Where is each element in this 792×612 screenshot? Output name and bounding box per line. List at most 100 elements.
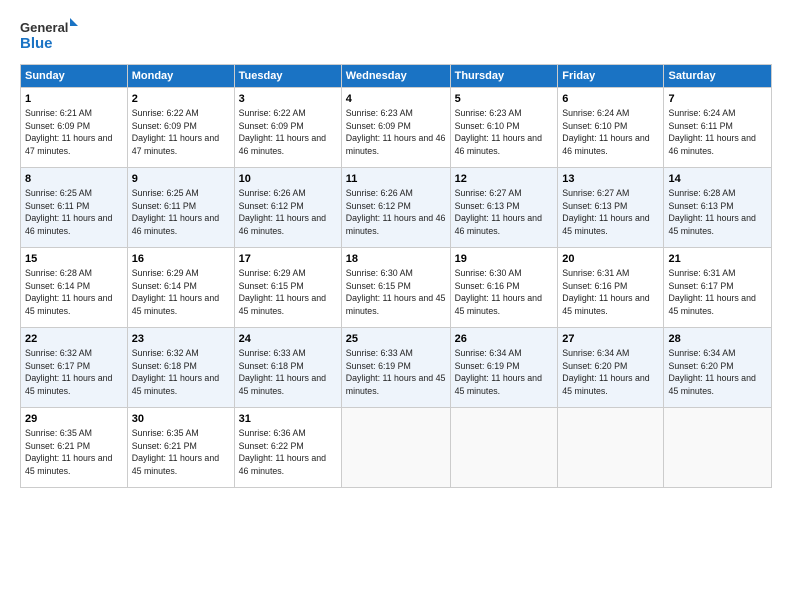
calendar-cell: 29 Sunrise: 6:35 AMSunset: 6:21 PMDaylig… <box>21 408 128 488</box>
day-content: Sunrise: 6:27 AMSunset: 6:13 PMDaylight:… <box>562 188 649 236</box>
day-number: 3 <box>239 92 337 107</box>
calendar-cell: 15 Sunrise: 6:28 AMSunset: 6:14 PMDaylig… <box>21 248 128 328</box>
calendar-cell: 10 Sunrise: 6:26 AMSunset: 6:12 PMDaylig… <box>234 168 341 248</box>
day-number: 23 <box>132 332 230 347</box>
day-content: Sunrise: 6:33 AMSunset: 6:18 PMDaylight:… <box>239 348 326 396</box>
day-content: Sunrise: 6:30 AMSunset: 6:15 PMDaylight:… <box>346 268 446 316</box>
day-content: Sunrise: 6:22 AMSunset: 6:09 PMDaylight:… <box>239 108 326 156</box>
calendar-cell <box>664 408 772 488</box>
calendar-cell: 22 Sunrise: 6:32 AMSunset: 6:17 PMDaylig… <box>21 328 128 408</box>
day-content: Sunrise: 6:29 AMSunset: 6:14 PMDaylight:… <box>132 268 219 316</box>
day-content: Sunrise: 6:28 AMSunset: 6:13 PMDaylight:… <box>668 188 755 236</box>
calendar-cell: 16 Sunrise: 6:29 AMSunset: 6:14 PMDaylig… <box>127 248 234 328</box>
day-content: Sunrise: 6:23 AMSunset: 6:09 PMDaylight:… <box>346 108 446 156</box>
day-content: Sunrise: 6:26 AMSunset: 6:12 PMDaylight:… <box>346 188 446 236</box>
day-number: 12 <box>455 172 554 187</box>
logo: General Blue <box>20 16 80 54</box>
dow-saturday: Saturday <box>664 65 772 88</box>
day-content: Sunrise: 6:32 AMSunset: 6:17 PMDaylight:… <box>25 348 112 396</box>
calendar-cell: 18 Sunrise: 6:30 AMSunset: 6:15 PMDaylig… <box>341 248 450 328</box>
day-content: Sunrise: 6:26 AMSunset: 6:12 PMDaylight:… <box>239 188 326 236</box>
calendar-cell: 25 Sunrise: 6:33 AMSunset: 6:19 PMDaylig… <box>341 328 450 408</box>
day-content: Sunrise: 6:34 AMSunset: 6:20 PMDaylight:… <box>562 348 649 396</box>
day-number: 25 <box>346 332 446 347</box>
calendar-cell: 6 Sunrise: 6:24 AMSunset: 6:10 PMDayligh… <box>558 88 664 168</box>
day-content: Sunrise: 6:36 AMSunset: 6:22 PMDaylight:… <box>239 428 326 476</box>
calendar-week-3: 15 Sunrise: 6:28 AMSunset: 6:14 PMDaylig… <box>21 248 772 328</box>
svg-text:Blue: Blue <box>20 35 53 52</box>
page: General Blue SundayMondayTuesdayWednesda… <box>0 0 792 612</box>
calendar-cell: 17 Sunrise: 6:29 AMSunset: 6:15 PMDaylig… <box>234 248 341 328</box>
day-number: 20 <box>562 252 659 267</box>
day-content: Sunrise: 6:21 AMSunset: 6:09 PMDaylight:… <box>25 108 112 156</box>
day-number: 5 <box>455 92 554 107</box>
day-content: Sunrise: 6:32 AMSunset: 6:18 PMDaylight:… <box>132 348 219 396</box>
day-content: Sunrise: 6:29 AMSunset: 6:15 PMDaylight:… <box>239 268 326 316</box>
dow-monday: Monday <box>127 65 234 88</box>
day-content: Sunrise: 6:31 AMSunset: 6:17 PMDaylight:… <box>668 268 755 316</box>
day-content: Sunrise: 6:24 AMSunset: 6:11 PMDaylight:… <box>668 108 755 156</box>
calendar-cell: 1 Sunrise: 6:21 AMSunset: 6:09 PMDayligh… <box>21 88 128 168</box>
calendar-cell: 26 Sunrise: 6:34 AMSunset: 6:19 PMDaylig… <box>450 328 558 408</box>
calendar-cell: 9 Sunrise: 6:25 AMSunset: 6:11 PMDayligh… <box>127 168 234 248</box>
day-number: 18 <box>346 252 446 267</box>
day-number: 30 <box>132 412 230 427</box>
dow-sunday: Sunday <box>21 65 128 88</box>
general-blue-logo-icon: General Blue <box>20 16 80 54</box>
calendar-cell: 7 Sunrise: 6:24 AMSunset: 6:11 PMDayligh… <box>664 88 772 168</box>
dow-thursday: Thursday <box>450 65 558 88</box>
day-number: 22 <box>25 332 123 347</box>
day-content: Sunrise: 6:30 AMSunset: 6:16 PMDaylight:… <box>455 268 542 316</box>
calendar-cell: 24 Sunrise: 6:33 AMSunset: 6:18 PMDaylig… <box>234 328 341 408</box>
calendar-cell: 27 Sunrise: 6:34 AMSunset: 6:20 PMDaylig… <box>558 328 664 408</box>
day-number: 10 <box>239 172 337 187</box>
calendar-week-2: 8 Sunrise: 6:25 AMSunset: 6:11 PMDayligh… <box>21 168 772 248</box>
day-number: 13 <box>562 172 659 187</box>
calendar-cell: 12 Sunrise: 6:27 AMSunset: 6:13 PMDaylig… <box>450 168 558 248</box>
calendar-week-4: 22 Sunrise: 6:32 AMSunset: 6:17 PMDaylig… <box>21 328 772 408</box>
calendar-cell: 2 Sunrise: 6:22 AMSunset: 6:09 PMDayligh… <box>127 88 234 168</box>
dow-friday: Friday <box>558 65 664 88</box>
calendar-cell: 13 Sunrise: 6:27 AMSunset: 6:13 PMDaylig… <box>558 168 664 248</box>
calendar-cell: 31 Sunrise: 6:36 AMSunset: 6:22 PMDaylig… <box>234 408 341 488</box>
day-number: 17 <box>239 252 337 267</box>
day-number: 4 <box>346 92 446 107</box>
day-content: Sunrise: 6:25 AMSunset: 6:11 PMDaylight:… <box>25 188 112 236</box>
day-number: 26 <box>455 332 554 347</box>
calendar-cell: 4 Sunrise: 6:23 AMSunset: 6:09 PMDayligh… <box>341 88 450 168</box>
day-number: 16 <box>132 252 230 267</box>
day-of-week-header: SundayMondayTuesdayWednesdayThursdayFrid… <box>21 65 772 88</box>
day-content: Sunrise: 6:23 AMSunset: 6:10 PMDaylight:… <box>455 108 542 156</box>
dow-tuesday: Tuesday <box>234 65 341 88</box>
day-number: 6 <box>562 92 659 107</box>
day-content: Sunrise: 6:22 AMSunset: 6:09 PMDaylight:… <box>132 108 219 156</box>
day-content: Sunrise: 6:35 AMSunset: 6:21 PMDaylight:… <box>25 428 112 476</box>
calendar-cell <box>450 408 558 488</box>
day-number: 2 <box>132 92 230 107</box>
day-content: Sunrise: 6:31 AMSunset: 6:16 PMDaylight:… <box>562 268 649 316</box>
calendar-cell: 23 Sunrise: 6:32 AMSunset: 6:18 PMDaylig… <box>127 328 234 408</box>
calendar-cell: 14 Sunrise: 6:28 AMSunset: 6:13 PMDaylig… <box>664 168 772 248</box>
day-number: 27 <box>562 332 659 347</box>
calendar-cell: 20 Sunrise: 6:31 AMSunset: 6:16 PMDaylig… <box>558 248 664 328</box>
dow-wednesday: Wednesday <box>341 65 450 88</box>
calendar-cell: 19 Sunrise: 6:30 AMSunset: 6:16 PMDaylig… <box>450 248 558 328</box>
day-number: 1 <box>25 92 123 107</box>
day-content: Sunrise: 6:34 AMSunset: 6:19 PMDaylight:… <box>455 348 542 396</box>
day-number: 21 <box>668 252 767 267</box>
day-content: Sunrise: 6:33 AMSunset: 6:19 PMDaylight:… <box>346 348 446 396</box>
day-number: 19 <box>455 252 554 267</box>
header: General Blue <box>20 16 772 54</box>
calendar-week-5: 29 Sunrise: 6:35 AMSunset: 6:21 PMDaylig… <box>21 408 772 488</box>
calendar-cell <box>558 408 664 488</box>
calendar-cell: 8 Sunrise: 6:25 AMSunset: 6:11 PMDayligh… <box>21 168 128 248</box>
calendar-table: SundayMondayTuesdayWednesdayThursdayFrid… <box>20 64 772 488</box>
calendar-week-1: 1 Sunrise: 6:21 AMSunset: 6:09 PMDayligh… <box>21 88 772 168</box>
calendar-cell: 21 Sunrise: 6:31 AMSunset: 6:17 PMDaylig… <box>664 248 772 328</box>
day-number: 14 <box>668 172 767 187</box>
day-number: 31 <box>239 412 337 427</box>
day-content: Sunrise: 6:25 AMSunset: 6:11 PMDaylight:… <box>132 188 219 236</box>
calendar-body: 1 Sunrise: 6:21 AMSunset: 6:09 PMDayligh… <box>21 88 772 488</box>
day-content: Sunrise: 6:34 AMSunset: 6:20 PMDaylight:… <box>668 348 755 396</box>
day-number: 24 <box>239 332 337 347</box>
